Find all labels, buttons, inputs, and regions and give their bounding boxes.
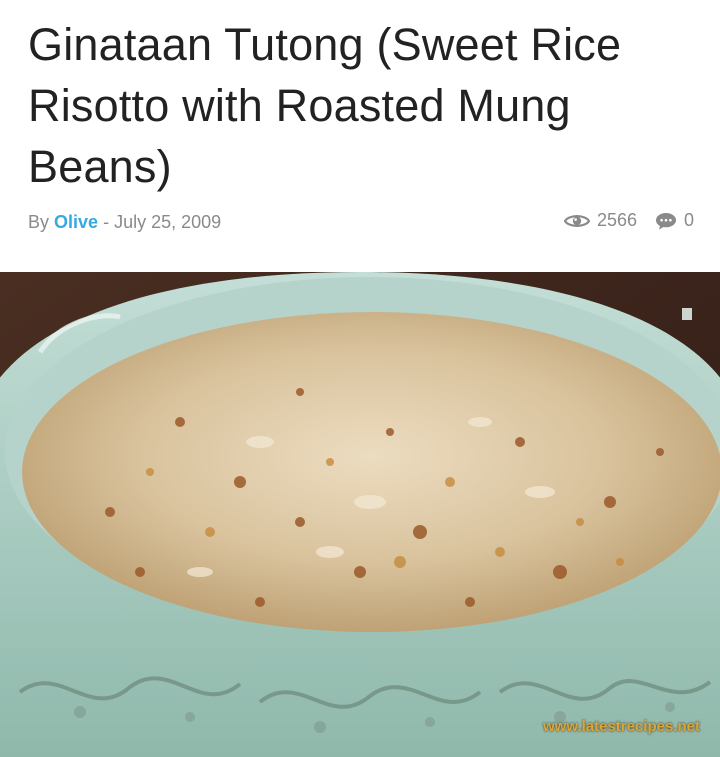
article-header: Ginataan Tutong (Sweet Rice Risotto with…: [0, 0, 720, 272]
publish-date: July 25, 2009: [114, 212, 222, 232]
ginataan-bowl-photo: [0, 272, 720, 757]
byline-prefix: By: [28, 212, 50, 232]
image-watermark: www.latestrecipes.net: [542, 718, 700, 735]
byline: By Olive - July 25, 2009: [28, 212, 221, 233]
comment-count-value: 0: [683, 210, 694, 230]
eye-icon: [563, 214, 590, 227]
comment-count[interactable]: 0: [655, 210, 694, 231]
view-count-value: 2566: [596, 210, 637, 230]
featured-image: www.latestrecipes.net: [0, 272, 720, 757]
byline-separator: -: [103, 212, 110, 232]
author-link[interactable]: Olive: [54, 212, 98, 232]
view-count: 2566: [563, 210, 637, 231]
article-stats: 2566 0: [563, 210, 694, 231]
article-meta: By Olive - July 25, 2009 2566 0: [28, 210, 694, 236]
article-title: Ginataan Tutong (Sweet Rice Risotto with…: [28, 19, 622, 192]
speech-bubble-icon: [655, 212, 676, 229]
